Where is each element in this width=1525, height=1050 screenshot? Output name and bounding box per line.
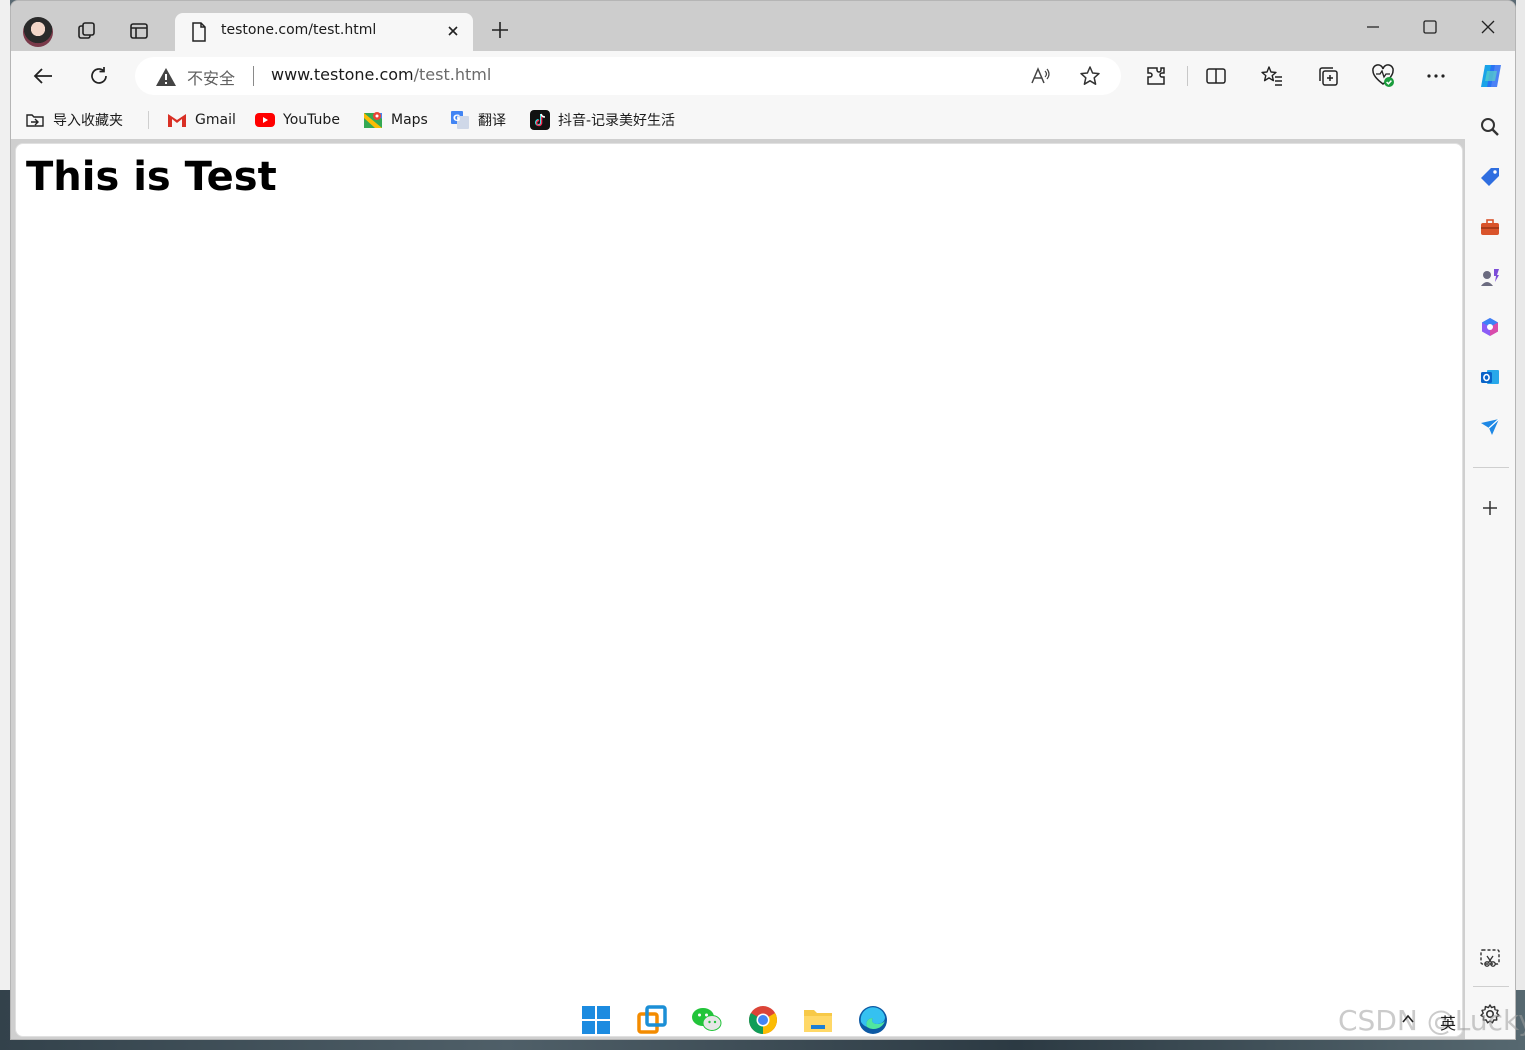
- workspaces-icon[interactable]: [75, 19, 99, 43]
- page-content: This is Test: [15, 143, 1463, 1037]
- desktop-background-right: [1516, 0, 1525, 1050]
- close-tab-icon[interactable]: [445, 23, 461, 43]
- tiktok-icon: [530, 110, 550, 130]
- sidebar: [1465, 101, 1515, 1039]
- add-icon[interactable]: [1477, 495, 1503, 521]
- page-heading: This is Test: [26, 154, 277, 200]
- split-screen-icon[interactable]: [1203, 63, 1229, 89]
- chevron-up-icon[interactable]: [1396, 1007, 1420, 1031]
- shopping-tag-icon[interactable]: [1477, 164, 1503, 190]
- profile-avatar[interactable]: [23, 17, 53, 47]
- toolbar-separator: [1187, 66, 1188, 86]
- url-host: www.testone.com: [271, 65, 414, 84]
- bookmark-youtube[interactable]: YouTube: [255, 110, 340, 130]
- vmware-icon[interactable]: [635, 1003, 669, 1037]
- bookmark-label: 翻译: [478, 113, 506, 129]
- games-icon[interactable]: [1477, 264, 1503, 290]
- close-window-icon[interactable]: [1476, 15, 1500, 39]
- sidebar-separator-bottom: [1473, 986, 1509, 987]
- address-separator: [253, 66, 254, 86]
- back-button[interactable]: [31, 63, 57, 89]
- more-options-icon[interactable]: [1423, 63, 1449, 89]
- edge-icon[interactable]: [856, 1003, 890, 1037]
- windows-start-icon[interactable]: [579, 1003, 613, 1037]
- bookmark-separator: [148, 111, 149, 129]
- title-bar: testone.com/test.html: [11, 1, 1515, 51]
- vertical-tabs-icon[interactable]: [127, 19, 151, 43]
- tab-title: testone.com/test.html: [221, 22, 377, 38]
- svg-text:G: G: [453, 114, 460, 124]
- address-bar[interactable]: 不安全 www.testone.com/test.html: [135, 57, 1121, 95]
- favorites-icon[interactable]: [1259, 63, 1285, 89]
- screenshot-icon[interactable]: [1477, 945, 1503, 971]
- bookmark-maps[interactable]: Maps: [363, 110, 428, 130]
- browser-window: testone.com/test.html 不安全 www.testone.co…: [10, 0, 1516, 1040]
- search-icon[interactable]: [1477, 114, 1503, 140]
- collections-icon[interactable]: [1315, 63, 1341, 89]
- import-favorites-icon: [25, 110, 45, 130]
- bookmark-gmail[interactable]: Gmail: [167, 110, 236, 130]
- warning-icon[interactable]: [155, 67, 177, 91]
- tab-active[interactable]: testone.com/test.html: [175, 13, 473, 51]
- extensions-icon[interactable]: [1143, 63, 1169, 89]
- translate-icon: G: [450, 110, 470, 130]
- url-text[interactable]: www.testone.com/test.html: [271, 65, 491, 84]
- outlook-icon[interactable]: [1477, 364, 1503, 390]
- ime-indicator[interactable]: 英: [1440, 1010, 1456, 1034]
- gmail-icon: [167, 110, 187, 130]
- wechat-icon[interactable]: [690, 1003, 724, 1037]
- bookmark-label: 导入收藏夹: [53, 113, 123, 129]
- microsoft-365-icon[interactable]: [1477, 314, 1503, 340]
- send-icon[interactable]: [1477, 414, 1503, 440]
- browser-essentials-icon[interactable]: [1370, 63, 1396, 89]
- minimize-icon[interactable]: [1361, 15, 1385, 39]
- desktop-background-left: [0, 0, 10, 1050]
- bookmark-import-favorites[interactable]: 导入收藏夹: [25, 110, 123, 130]
- bookmark-translate[interactable]: G 翻译: [450, 110, 506, 130]
- toolbar: 不安全 www.testone.com/test.html: [11, 51, 1515, 101]
- youtube-icon: [255, 110, 275, 130]
- security-label[interactable]: 不安全: [187, 65, 235, 89]
- bookmark-label: Gmail: [195, 112, 236, 128]
- file-explorer-icon[interactable]: [801, 1003, 835, 1037]
- page-icon: [191, 22, 207, 46]
- url-path: /test.html: [413, 65, 492, 84]
- chrome-icon[interactable]: [746, 1003, 780, 1037]
- bookmarks-bar: 导入收藏夹 Gmail YouTube Maps G 翻译 抖音-记录美好生活: [11, 101, 1515, 139]
- bookmark-douyin[interactable]: 抖音-记录美好生活: [530, 110, 675, 130]
- tools-icon[interactable]: [1477, 214, 1503, 240]
- bookmark-label: Maps: [391, 112, 428, 128]
- watermark: CSDN @Lucky: [1338, 1004, 1525, 1037]
- maximize-icon[interactable]: [1418, 15, 1442, 39]
- bookmark-label: 抖音-记录美好生活: [558, 113, 676, 129]
- read-aloud-icon[interactable]: [1029, 65, 1051, 91]
- sidebar-separator: [1473, 467, 1509, 468]
- bookmark-label: YouTube: [283, 112, 340, 128]
- new-tab-icon[interactable]: [489, 19, 511, 45]
- refresh-button[interactable]: [86, 63, 112, 89]
- favorite-star-icon[interactable]: [1079, 65, 1101, 91]
- maps-icon: [363, 110, 383, 130]
- copilot-icon[interactable]: [1475, 60, 1507, 92]
